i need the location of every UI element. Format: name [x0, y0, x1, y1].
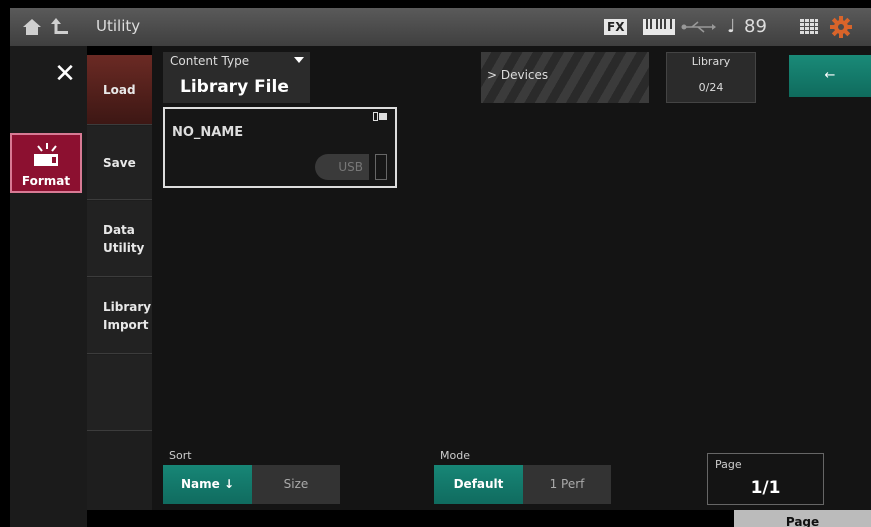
up-arrow-icon[interactable]: [50, 16, 70, 36]
device-name: NO_NAME: [172, 125, 244, 140]
library-title: Library: [691, 55, 731, 68]
page-label: Page: [715, 458, 742, 471]
library-counter: Library 0/24: [666, 52, 756, 103]
sort-size-button[interactable]: Size: [252, 465, 340, 504]
top-bar: Utility FX ♩ 89: [10, 8, 871, 46]
mode-label: Mode: [440, 449, 470, 462]
usb-port-label: USB: [315, 154, 369, 180]
content-type-label: Content Type: [170, 54, 250, 68]
format-button[interactable]: Format: [10, 133, 82, 193]
content-type-value: Library File: [180, 77, 289, 97]
tab-empty: [87, 355, 152, 431]
page-title: Utility: [96, 17, 141, 35]
storage-icon: [373, 112, 387, 121]
keyboard-icon: [643, 19, 675, 35]
usb-slot-icon: [375, 154, 387, 180]
mode-default-button[interactable]: Default: [434, 465, 523, 504]
devices-label: > Devices: [487, 68, 549, 82]
note-icon: ♩: [727, 16, 736, 37]
tab-library-import[interactable]: Library Import: [87, 278, 152, 354]
storage-device-card[interactable]: NO_NAME USB: [163, 107, 397, 188]
tab-label: Data Utility: [103, 222, 145, 255]
left-panel: [10, 46, 87, 527]
tab-label: Save: [103, 155, 136, 170]
home-icon[interactable]: [22, 18, 42, 36]
content-type-select[interactable]: Content Type Library File: [163, 52, 310, 103]
tab-data-utility[interactable]: Data Utility: [87, 201, 152, 277]
format-icon: [34, 143, 58, 166]
fx-badge: FX: [604, 19, 628, 35]
page-indicator: Page 1/1: [707, 453, 824, 505]
tab-save[interactable]: Save: [87, 126, 152, 200]
grid-icon[interactable]: [800, 19, 818, 35]
format-label: Format: [21, 174, 71, 188]
tab-label: Load: [103, 82, 136, 97]
tab-label: Library Import: [103, 299, 152, 332]
dropdown-arrow-icon: [294, 57, 304, 63]
tempo-value[interactable]: 89: [744, 16, 767, 37]
sort-name-button[interactable]: Name ↓: [163, 465, 252, 504]
devices-button[interactable]: > Devices: [481, 52, 649, 103]
usb-icon: [681, 21, 716, 33]
mode-1perf-button[interactable]: 1 Perf: [523, 465, 611, 504]
sort-label: Sort: [169, 449, 192, 462]
page-value: 1/1: [750, 478, 781, 498]
back-button[interactable]: ←: [789, 55, 871, 97]
close-button[interactable]: ✕: [50, 60, 80, 88]
tab-load[interactable]: Load: [87, 55, 152, 125]
library-count: 0/24: [698, 81, 724, 94]
page-button[interactable]: Page: [734, 510, 871, 527]
gear-icon[interactable]: [830, 16, 852, 38]
